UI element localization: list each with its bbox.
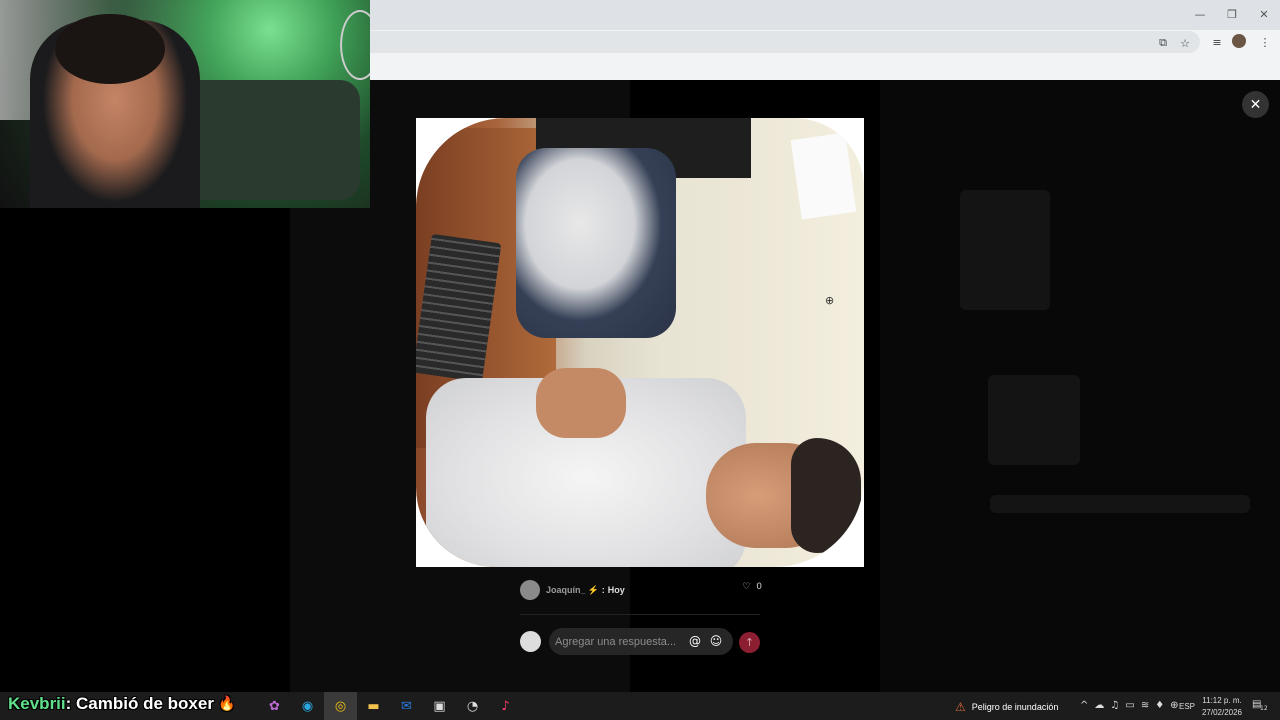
- wifi-icon[interactable]: ≋: [1141, 700, 1149, 714]
- weather-alert[interactable]: ⚠ Peligro de inundación: [955, 700, 1058, 714]
- background-row: [990, 495, 1250, 513]
- webcam-hair: [55, 14, 165, 84]
- story-photo[interactable]: [416, 118, 864, 567]
- background-thumbnail: [960, 190, 1050, 310]
- network-icon[interactable]: ⊕: [1170, 700, 1178, 714]
- like-count: 0: [756, 582, 762, 592]
- notification-count: 12: [1260, 705, 1268, 712]
- language-indicator[interactable]: ESP: [1179, 702, 1195, 711]
- store-icon[interactable]: ▣: [423, 692, 456, 720]
- clock[interactable]: 11:12 p. m. 27/02/2026: [1200, 695, 1244, 719]
- photo-arm: [536, 368, 626, 438]
- close-window-button[interactable]: ✕: [1248, 0, 1280, 28]
- app-icon[interactable]: ◔: [456, 692, 489, 720]
- install-app-icon[interactable]: ⧉: [1154, 34, 1172, 52]
- stream-caption: Kevbrii : Cambió de boxer 🔥: [8, 692, 235, 716]
- webcam-overlay: [0, 0, 370, 208]
- onedrive-icon[interactable]: ☁: [1094, 700, 1104, 714]
- warning-icon: ⚠: [955, 700, 966, 714]
- profile-avatar[interactable]: [1232, 34, 1246, 48]
- alert-text: Peligro de inundación: [971, 702, 1059, 712]
- browser-toolbar: ⧉ ☆ ≡ ⋮: [370, 30, 1280, 80]
- story-image-frame[interactable]: [416, 118, 864, 567]
- current-user-avatar: [520, 631, 541, 652]
- speaker-icon[interactable]: ♫: [1110, 700, 1119, 714]
- zoom-cursor-icon: ⊕: [825, 294, 835, 307]
- outlook-icon[interactable]: ✉: [390, 692, 423, 720]
- background-thumbnail: [988, 375, 1080, 465]
- like-control[interactable]: ♡ 0: [742, 582, 762, 592]
- chevron-up-icon[interactable]: ^: [1080, 700, 1088, 714]
- tab-strip: — ❐ ✕: [370, 0, 1280, 30]
- window-controls: — ❐ ✕: [1184, 0, 1280, 30]
- system-tray: ^ ☁ ♫ ▭ ≋ ♦ ⊕: [1080, 700, 1179, 714]
- emoji-icon[interactable]: ☺: [707, 632, 725, 650]
- bookmark-star-icon[interactable]: ☆: [1176, 34, 1194, 52]
- story-meta: Joaquín_ ⚡ : Hoy ♡ 0: [520, 578, 762, 602]
- mention-icon[interactable]: @: [686, 632, 704, 650]
- caption-text: : Cambió de boxer: [65, 694, 214, 713]
- clock-date: 27/02/2026: [1201, 708, 1243, 717]
- menu-icon[interactable]: ⋮: [1256, 33, 1274, 51]
- tab-search-icon[interactable]: ≡: [1208, 33, 1226, 51]
- edge-icon[interactable]: ◉: [291, 692, 324, 720]
- restore-button[interactable]: ❐: [1216, 0, 1248, 28]
- tiktok-icon[interactable]: ♪: [489, 692, 522, 720]
- clock-time: 11:12 p. m.: [1202, 696, 1242, 705]
- heart-icon[interactable]: ♡: [742, 582, 750, 592]
- address-bar[interactable]: ⧉ ☆: [370, 31, 1200, 53]
- photo-paper: [790, 132, 857, 220]
- arrow-up-icon: ↑: [744, 636, 755, 649]
- author-name[interactable]: Joaquín_: [546, 585, 586, 595]
- photo-jacket: [516, 148, 676, 338]
- notification-center-icon[interactable]: ▤ 12: [1252, 699, 1268, 713]
- fire-icon: 🔥: [217, 696, 236, 712]
- reply-input[interactable]: [555, 632, 685, 651]
- file-explorer-icon[interactable]: ▬: [357, 692, 390, 720]
- caption-name: Kevbrii: [8, 694, 66, 713]
- send-button[interactable]: ↑: [739, 632, 760, 653]
- minimize-button[interactable]: —: [1184, 0, 1216, 28]
- separator: :: [601, 585, 605, 595]
- battery-icon[interactable]: ▭: [1125, 700, 1134, 714]
- author-badge-icon: ⚡: [587, 584, 599, 595]
- post-time: Hoy: [607, 585, 625, 595]
- mic-icon[interactable]: ♦: [1155, 700, 1164, 714]
- author-avatar[interactable]: [520, 580, 540, 600]
- close-modal-button[interactable]: ✕: [1242, 91, 1269, 118]
- reply-box: @ ☺: [549, 628, 733, 655]
- chrome-icon[interactable]: ◎: [324, 692, 357, 720]
- copilot-icon[interactable]: ✿: [258, 692, 291, 720]
- photo-hair: [791, 438, 861, 553]
- divider: [520, 614, 760, 615]
- background-sidebar-blurred: [880, 80, 1280, 692]
- taskbar-apps: ✿ ◉ ◎ ▬ ✉ ▣ ◔ ♪: [258, 692, 522, 720]
